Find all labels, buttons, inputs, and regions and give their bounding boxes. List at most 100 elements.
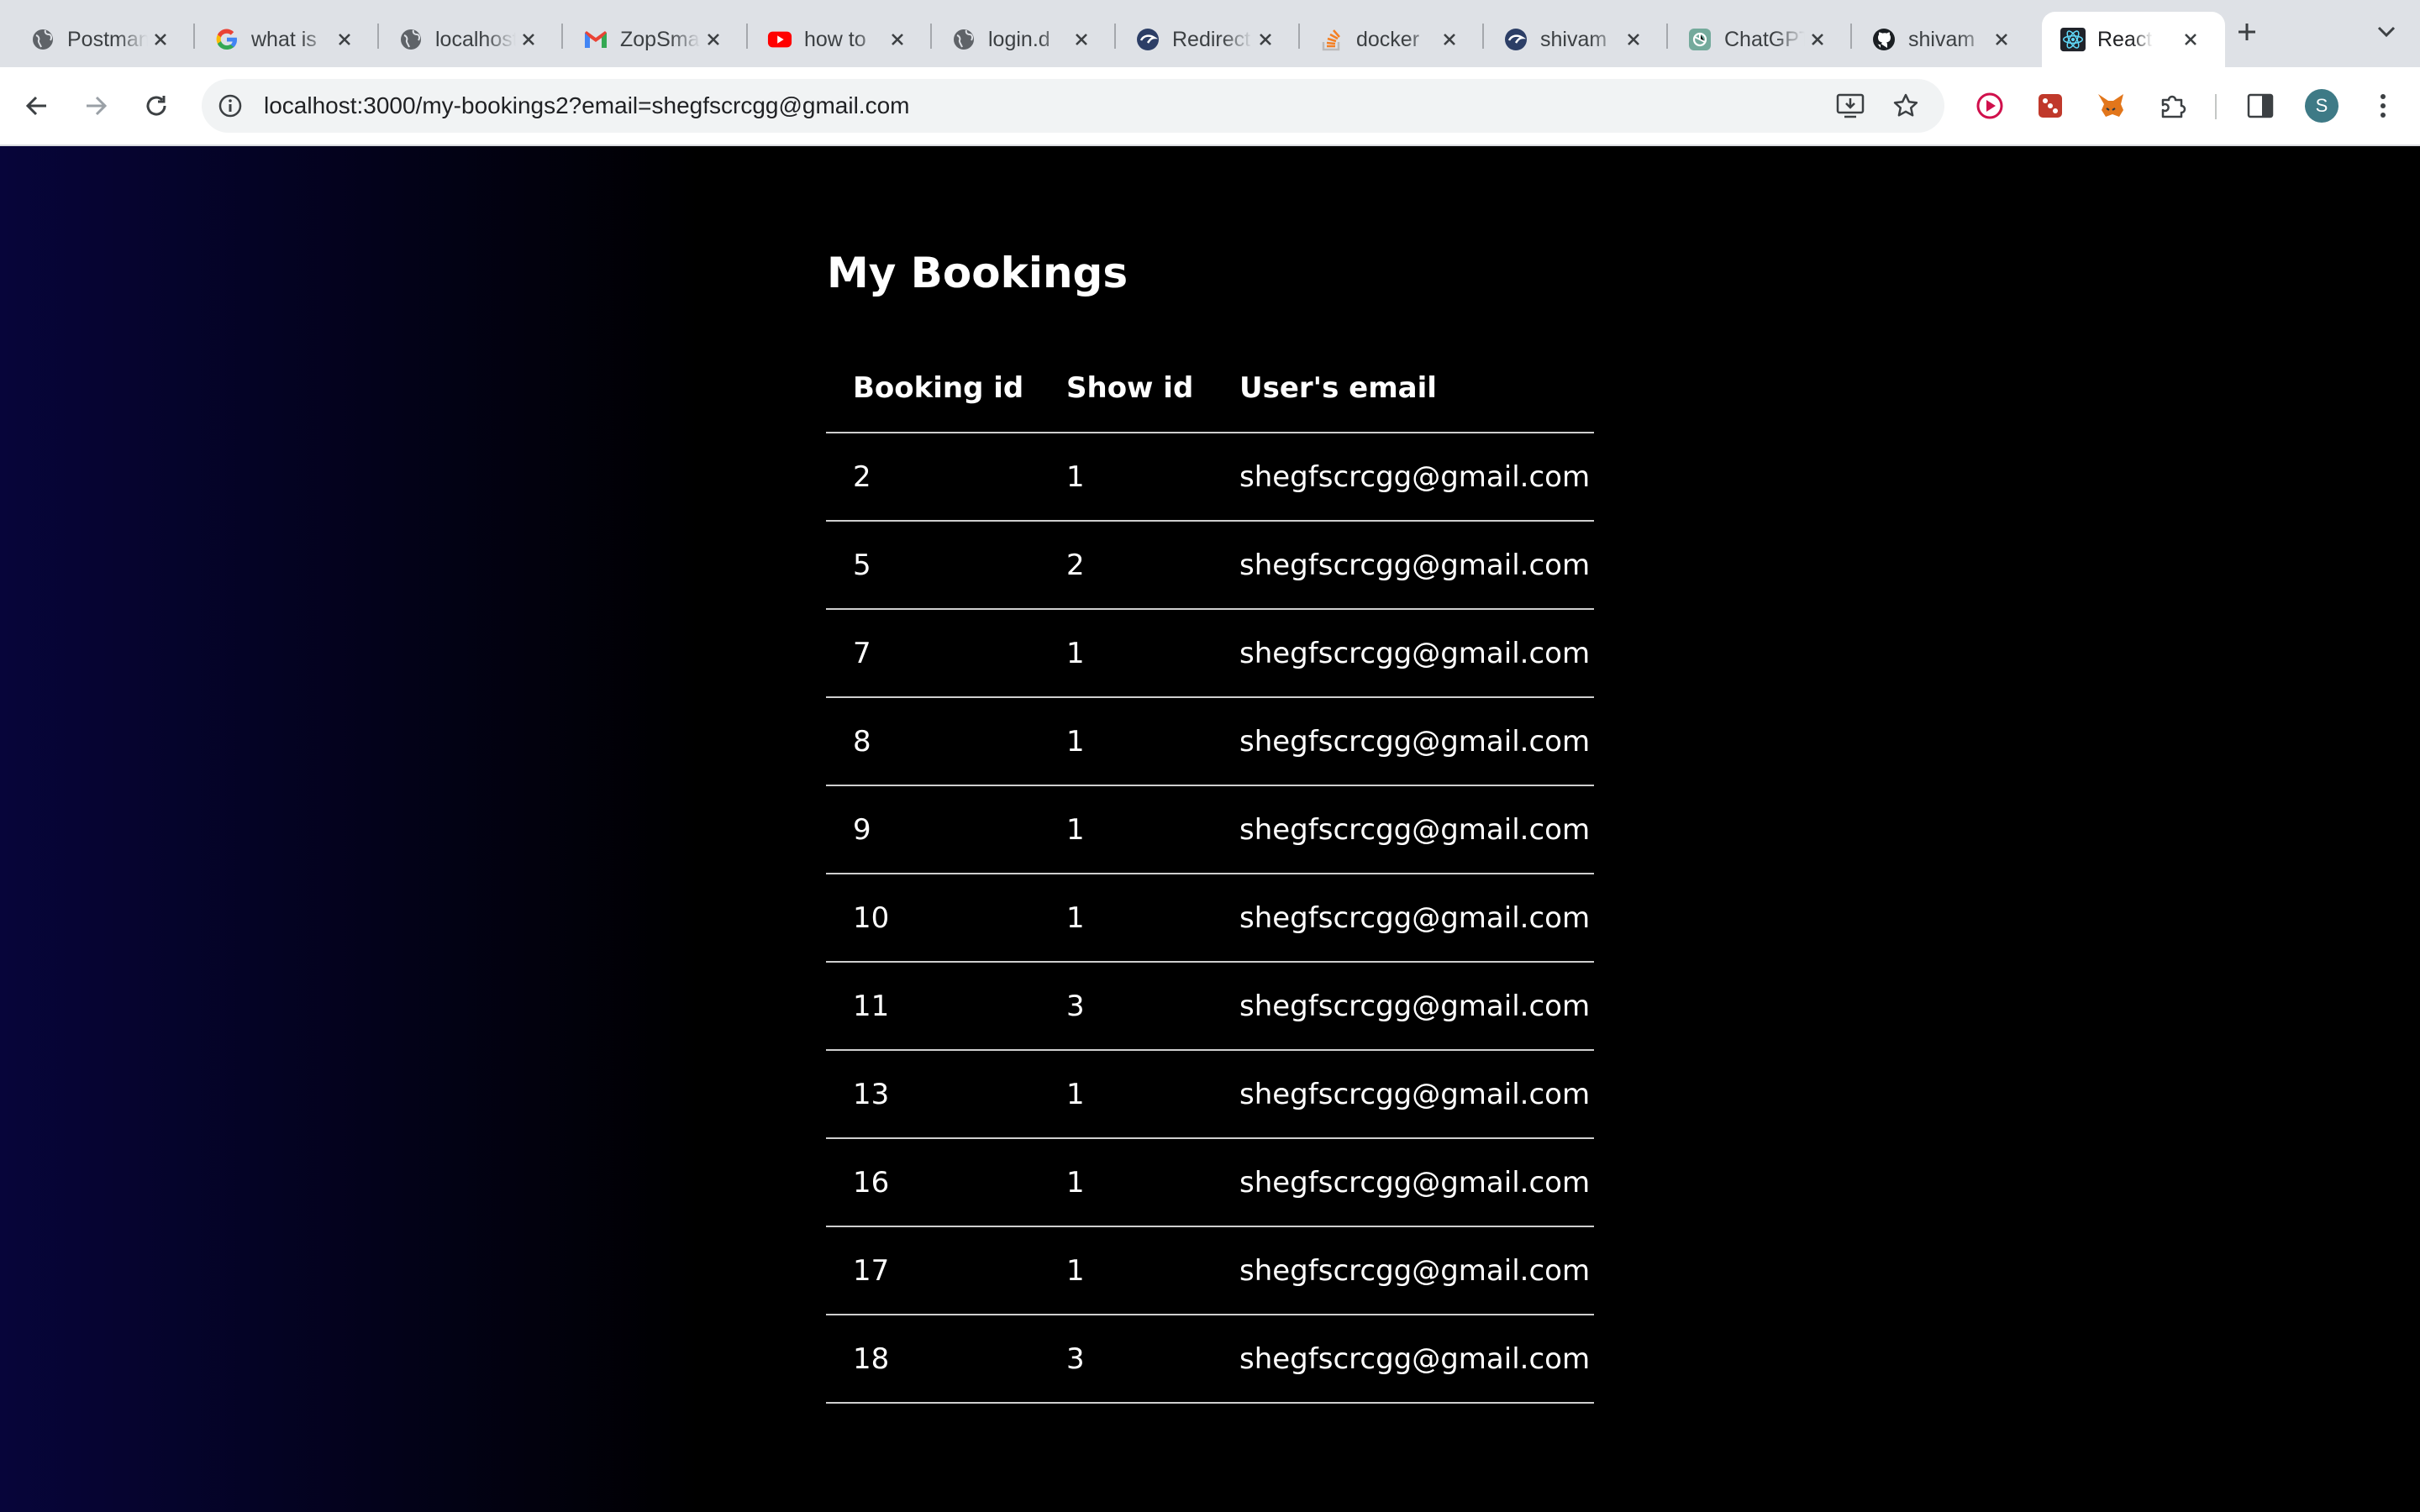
- globe-icon: [398, 27, 424, 52]
- close-icon[interactable]: [1805, 27, 1830, 52]
- browser-tab[interactable]: shivam: [1853, 12, 2036, 67]
- tab-title: what is: [251, 27, 317, 51]
- booking-id-cell: 2: [826, 433, 1039, 522]
- plus-icon: [2238, 24, 2255, 40]
- show-id-cell: 3: [1039, 1315, 1214, 1404]
- extension-metamask-button[interactable]: [2094, 89, 2128, 123]
- booking-id-cell: 17: [826, 1226, 1039, 1315]
- tab-title: ChatGPT: [1724, 27, 1805, 51]
- react-icon: [2060, 27, 2086, 52]
- extension-dice-button[interactable]: [2033, 89, 2067, 123]
- site-info-icon[interactable]: [213, 89, 247, 123]
- forward-button[interactable]: [79, 89, 113, 123]
- show-id-cell: 1: [1039, 1138, 1214, 1227]
- tab-title: how to: [804, 27, 866, 51]
- close-icon[interactable]: [148, 27, 173, 52]
- youtube-icon: [767, 27, 792, 52]
- profile-avatar[interactable]: S: [2305, 89, 2338, 123]
- install-app-icon[interactable]: [1833, 89, 1867, 123]
- browser-tab[interactable]: Postman: [12, 12, 195, 67]
- tab-title: React App: [2097, 27, 2153, 51]
- puzzle-icon: [2161, 95, 2186, 118]
- reload-button[interactable]: [139, 89, 173, 123]
- chatgpt-icon: [1687, 27, 1712, 52]
- table-header-row: Booking id Show id User's email: [826, 344, 1594, 433]
- arrow-right-icon: [87, 96, 108, 116]
- user-email-cell: shegfscrcgg@gmail.com: [1214, 785, 1594, 874]
- tab-separator: [377, 24, 379, 49]
- kebab-menu-icon: [2381, 94, 2386, 118]
- show-id-cell: 2: [1039, 521, 1214, 610]
- table-row: 18 3 shegfscrcgg@gmail.com: [826, 1315, 1594, 1404]
- close-icon[interactable]: [1253, 27, 1278, 52]
- tab-separator: [1850, 24, 1852, 49]
- browser-tab[interactable]: React App: [2042, 12, 2225, 67]
- browser-tab[interactable]: docker: [1301, 12, 1484, 67]
- bookmark-star-icon[interactable]: [1889, 89, 1923, 123]
- browser-tab[interactable]: what is: [196, 12, 379, 67]
- globe-icon: [951, 27, 976, 52]
- close-icon[interactable]: [885, 27, 910, 52]
- show-id-cell: 1: [1039, 785, 1214, 874]
- close-icon[interactable]: [1437, 27, 1462, 52]
- user-email-cell: shegfscrcgg@gmail.com: [1214, 1226, 1594, 1315]
- browser-tab[interactable]: ZopSmart: [565, 12, 748, 67]
- browser-menu-button[interactable]: [2366, 89, 2400, 123]
- side-panel-button[interactable]: [2244, 89, 2277, 123]
- user-email-cell: shegfscrcgg@gmail.com: [1214, 609, 1594, 698]
- browser-tab[interactable]: ChatGPT: [1669, 12, 1852, 67]
- user-email-cell: shegfscrcgg@gmail.com: [1214, 521, 1594, 610]
- url-text[interactable]: localhost:3000/my-bookings2?email=shegfs…: [264, 79, 909, 133]
- column-header-booking-id: Booking id: [826, 344, 1039, 433]
- github-icon: [1871, 27, 1897, 52]
- show-id-cell: 1: [1039, 433, 1214, 522]
- browser-tab[interactable]: shivam: [1485, 12, 1668, 67]
- column-header-show-id: Show id: [1039, 344, 1214, 433]
- close-icon[interactable]: [332, 27, 357, 52]
- browser-tab[interactable]: Redirect: [1117, 12, 1300, 67]
- globe-icon: [30, 27, 55, 52]
- show-id-cell: 1: [1039, 874, 1214, 963]
- show-id-cell: 3: [1039, 962, 1214, 1051]
- close-icon[interactable]: [2178, 27, 2203, 52]
- tab-separator: [1482, 24, 1484, 49]
- browser-tab[interactable]: how to: [749, 12, 932, 67]
- close-icon[interactable]: [516, 27, 541, 52]
- booking-id-cell: 16: [826, 1138, 1039, 1227]
- dice-icon: [2039, 94, 2062, 118]
- user-email-cell: shegfscrcgg@gmail.com: [1214, 1315, 1594, 1404]
- tab-search-button[interactable]: [2371, 17, 2402, 47]
- user-email-cell: shegfscrcgg@gmail.com: [1214, 1138, 1594, 1227]
- close-icon[interactable]: [701, 27, 726, 52]
- close-icon[interactable]: [1989, 27, 2014, 52]
- browser-toolbar: localhost:3000/my-bookings2?email=shegfs…: [0, 67, 2420, 146]
- tab-separator: [1298, 24, 1300, 49]
- address-bar[interactable]: localhost:3000/my-bookings2?email=shegfs…: [202, 79, 1944, 133]
- docker-icon: [1503, 27, 1528, 52]
- close-icon[interactable]: [1621, 27, 1646, 52]
- show-id-cell: 1: [1039, 697, 1214, 786]
- booking-id-cell: 13: [826, 1050, 1039, 1139]
- record-play-icon: [1976, 92, 2003, 119]
- tab-separator: [1114, 24, 1116, 49]
- booking-id-cell: 8: [826, 697, 1039, 786]
- user-email-cell: shegfscrcgg@gmail.com: [1214, 433, 1594, 522]
- extension-recorder-button[interactable]: [1973, 89, 2007, 123]
- show-id-cell: 1: [1039, 609, 1214, 698]
- booking-id-cell: 11: [826, 962, 1039, 1051]
- bookings-table: Booking id Show id User's email 2 1 shegfs…: [826, 344, 1594, 1404]
- table-row: 2 1 shegfscrcgg@gmail.com: [826, 433, 1594, 522]
- reload-icon: [146, 96, 166, 116]
- tab-separator: [561, 24, 563, 49]
- table-row: 13 1 shegfscrcgg@gmail.com: [826, 1050, 1594, 1139]
- browser-tab[interactable]: localhost: [380, 12, 563, 67]
- user-email-cell: shegfscrcgg@gmail.com: [1214, 1050, 1594, 1139]
- back-button[interactable]: [20, 89, 54, 123]
- new-tab-button[interactable]: [2232, 17, 2262, 47]
- table-row: 11 3 shegfscrcgg@gmail.com: [826, 962, 1594, 1051]
- browser-tab[interactable]: login.d: [933, 12, 1116, 67]
- close-icon[interactable]: [1069, 27, 1094, 52]
- extensions-button[interactable]: [2156, 89, 2190, 123]
- booking-id-cell: 5: [826, 521, 1039, 610]
- booking-id-cell: 18: [826, 1315, 1039, 1404]
